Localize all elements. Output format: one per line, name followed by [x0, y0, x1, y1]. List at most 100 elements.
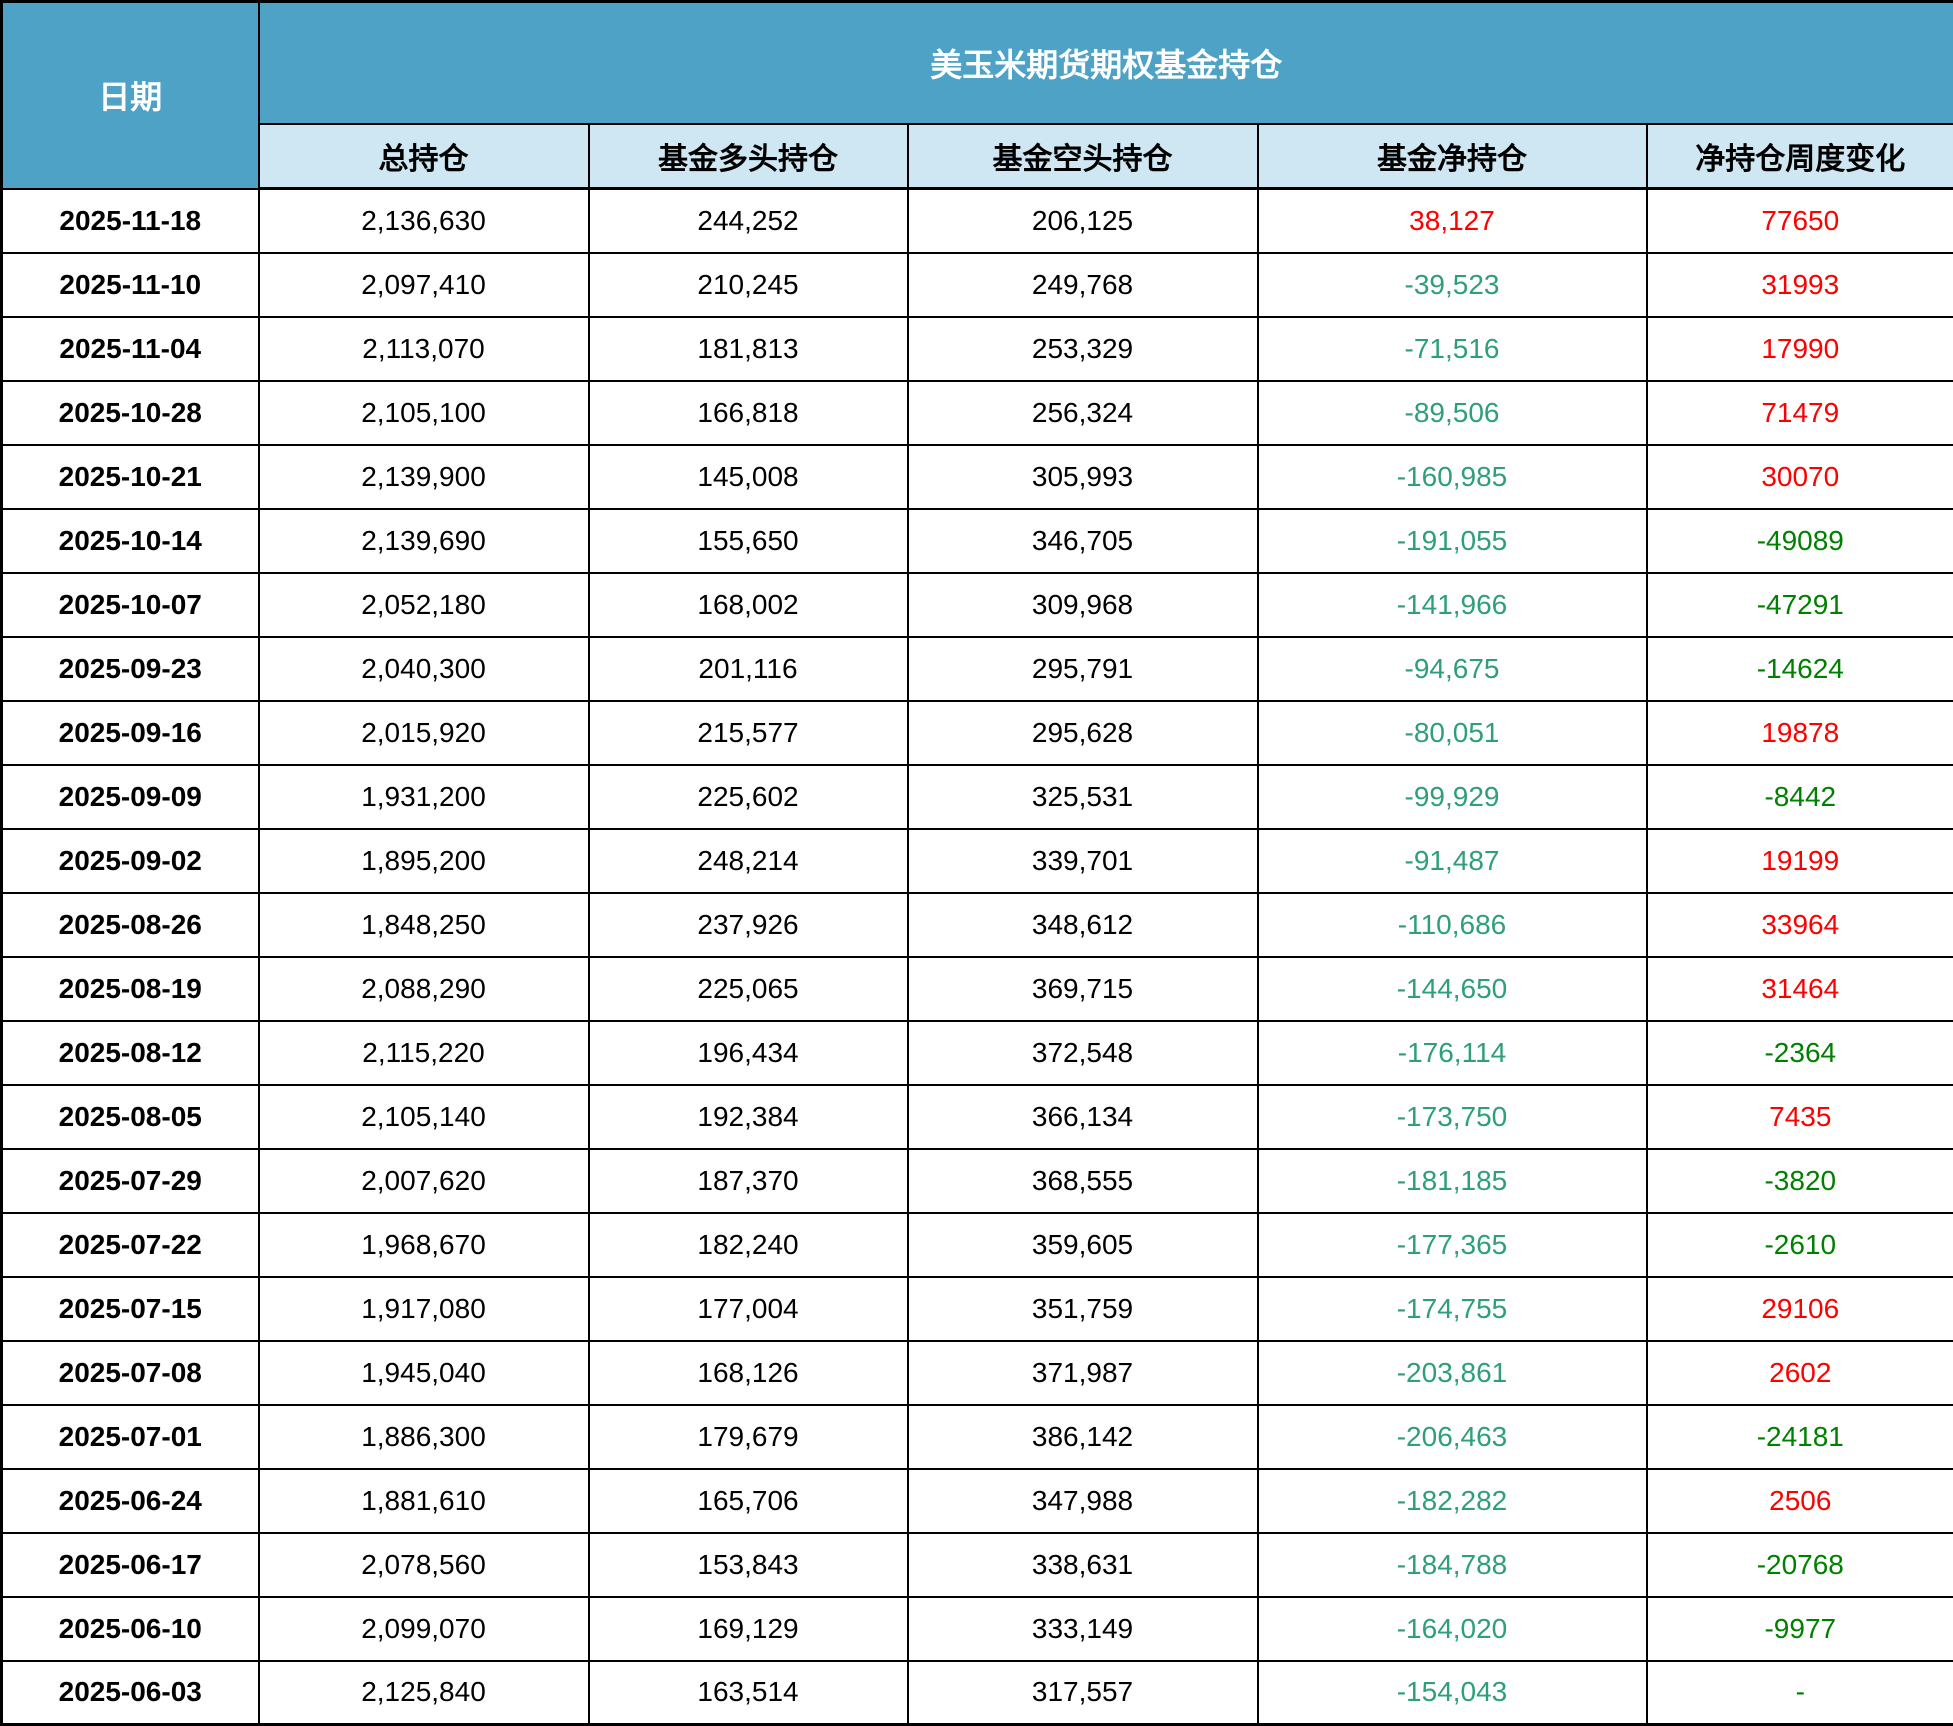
net-position-cell: -89,506	[1258, 381, 1647, 445]
value-cell: 155,650	[589, 509, 908, 573]
weekly-change-cell: 29106	[1647, 1277, 1953, 1341]
net-position-cell: -91,487	[1258, 829, 1647, 893]
weekly-change-cell: 33964	[1647, 893, 1953, 957]
value-cell: 168,126	[589, 1341, 908, 1405]
weekly-change-cell: 30070	[1647, 445, 1953, 509]
table-row: 2025-08-122,115,220196,434372,548-176,11…	[2, 1021, 1953, 1085]
table-title: 美玉米期货期权基金持仓	[259, 2, 1953, 125]
weekly-change-cell: -24181	[1647, 1405, 1953, 1469]
table-header: 日期 美玉米期货期权基金持仓 总持仓基金多头持仓基金空头持仓基金净持仓净持仓周度…	[2, 2, 1953, 189]
subheader-row: 总持仓基金多头持仓基金空头持仓基金净持仓净持仓周度变化	[2, 124, 1953, 189]
date-cell: 2025-10-14	[2, 509, 259, 573]
column-header: 总持仓	[259, 124, 589, 189]
value-cell: 177,004	[589, 1277, 908, 1341]
net-position-cell: -182,282	[1258, 1469, 1647, 1533]
value-cell: 359,605	[908, 1213, 1258, 1277]
value-cell: 215,577	[589, 701, 908, 765]
table-row: 2025-10-282,105,100166,818256,324-89,506…	[2, 381, 1953, 445]
weekly-change-cell: -2364	[1647, 1021, 1953, 1085]
date-cell: 2025-10-28	[2, 381, 259, 445]
value-cell: 169,129	[589, 1597, 908, 1661]
value-cell: 1,895,200	[259, 829, 589, 893]
weekly-change-cell: 31993	[1647, 253, 1953, 317]
net-position-cell: -71,516	[1258, 317, 1647, 381]
weekly-change-cell: 19199	[1647, 829, 1953, 893]
net-position-cell: -80,051	[1258, 701, 1647, 765]
table-row: 2025-11-182,136,630244,252206,12538,1277…	[2, 189, 1953, 253]
weekly-change-cell: 2506	[1647, 1469, 1953, 1533]
table-row: 2025-10-072,052,180168,002309,968-141,96…	[2, 573, 1953, 637]
value-cell: 2,136,630	[259, 189, 589, 253]
value-cell: 2,125,840	[259, 1661, 589, 1725]
value-cell: 369,715	[908, 957, 1258, 1021]
value-cell: 347,988	[908, 1469, 1258, 1533]
weekly-change-cell: 2602	[1647, 1341, 1953, 1405]
value-cell: 145,008	[589, 445, 908, 509]
value-cell: 187,370	[589, 1149, 908, 1213]
net-position-cell: -181,185	[1258, 1149, 1647, 1213]
value-cell: 181,813	[589, 317, 908, 381]
net-position-cell: -99,929	[1258, 765, 1647, 829]
value-cell: 237,926	[589, 893, 908, 957]
value-cell: 333,149	[908, 1597, 1258, 1661]
table-row: 2025-09-091,931,200225,602325,531-99,929…	[2, 765, 1953, 829]
weekly-change-cell: -8442	[1647, 765, 1953, 829]
weekly-change-cell: -49089	[1647, 509, 1953, 573]
value-cell: 1,945,040	[259, 1341, 589, 1405]
date-cell: 2025-09-23	[2, 637, 259, 701]
table-row: 2025-09-021,895,200248,214339,701-91,487…	[2, 829, 1953, 893]
date-cell: 2025-08-12	[2, 1021, 259, 1085]
net-position-cell: -191,055	[1258, 509, 1647, 573]
value-cell: 2,139,900	[259, 445, 589, 509]
table-row: 2025-07-292,007,620187,370368,555-181,18…	[2, 1149, 1953, 1213]
value-cell: 206,125	[908, 189, 1258, 253]
value-cell: 182,240	[589, 1213, 908, 1277]
net-position-cell: -173,750	[1258, 1085, 1647, 1149]
value-cell: 386,142	[908, 1405, 1258, 1469]
value-cell: 351,759	[908, 1277, 1258, 1341]
value-cell: 2,040,300	[259, 637, 589, 701]
date-cell: 2025-09-09	[2, 765, 259, 829]
net-position-cell: 38,127	[1258, 189, 1647, 253]
value-cell: 192,384	[589, 1085, 908, 1149]
value-cell: 225,602	[589, 765, 908, 829]
table-row: 2025-06-172,078,560153,843338,631-184,78…	[2, 1533, 1953, 1597]
value-cell: 2,139,690	[259, 509, 589, 573]
value-cell: 346,705	[908, 509, 1258, 573]
table-row: 2025-08-052,105,140192,384366,134-173,75…	[2, 1085, 1953, 1149]
date-cell: 2025-06-17	[2, 1533, 259, 1597]
date-cell: 2025-07-29	[2, 1149, 259, 1213]
value-cell: 253,329	[908, 317, 1258, 381]
table-row: 2025-08-261,848,250237,926348,612-110,68…	[2, 893, 1953, 957]
net-position-cell: -203,861	[1258, 1341, 1647, 1405]
date-cell: 2025-07-08	[2, 1341, 259, 1405]
value-cell: 305,993	[908, 445, 1258, 509]
value-cell: 372,548	[908, 1021, 1258, 1085]
net-position-cell: -184,788	[1258, 1533, 1647, 1597]
value-cell: 153,843	[589, 1533, 908, 1597]
weekly-change-cell: 17990	[1647, 317, 1953, 381]
table-row: 2025-10-212,139,900145,008305,993-160,98…	[2, 445, 1953, 509]
date-cell: 2025-06-24	[2, 1469, 259, 1533]
table-row: 2025-07-221,968,670182,240359,605-177,36…	[2, 1213, 1953, 1277]
column-header: 基金多头持仓	[589, 124, 908, 189]
value-cell: 196,434	[589, 1021, 908, 1085]
value-cell: 168,002	[589, 573, 908, 637]
value-cell: 317,557	[908, 1661, 1258, 1725]
value-cell: 325,531	[908, 765, 1258, 829]
value-cell: 1,968,670	[259, 1213, 589, 1277]
value-cell: 201,116	[589, 637, 908, 701]
table-row: 2025-09-162,015,920215,577295,628-80,051…	[2, 701, 1953, 765]
weekly-change-cell: 71479	[1647, 381, 1953, 445]
value-cell: 2,007,620	[259, 1149, 589, 1213]
date-cell: 2025-06-10	[2, 1597, 259, 1661]
value-cell: 1,848,250	[259, 893, 589, 957]
net-position-cell: -176,114	[1258, 1021, 1647, 1085]
date-cell: 2025-07-15	[2, 1277, 259, 1341]
column-header: 净持仓周度变化	[1647, 124, 1953, 189]
value-cell: 2,052,180	[259, 573, 589, 637]
value-cell: 339,701	[908, 829, 1258, 893]
column-header: 基金空头持仓	[908, 124, 1258, 189]
value-cell: 2,088,290	[259, 957, 589, 1021]
value-cell: 165,706	[589, 1469, 908, 1533]
